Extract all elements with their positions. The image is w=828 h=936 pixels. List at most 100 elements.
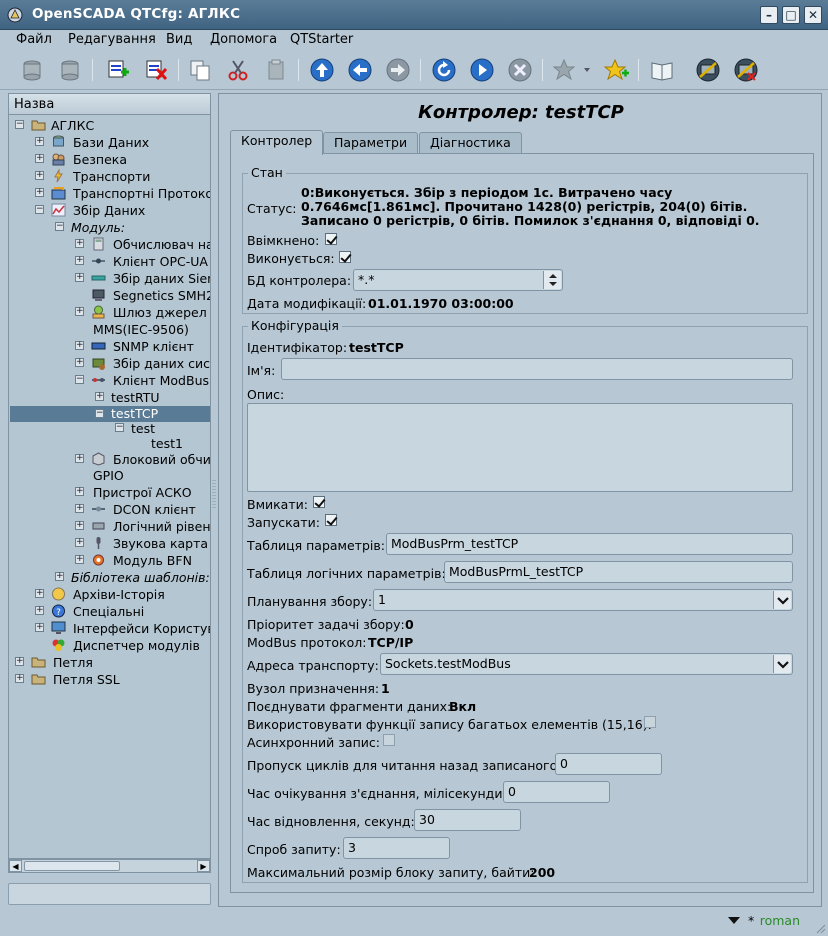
splitter-grip[interactable] xyxy=(212,480,216,510)
menu-help[interactable]: Допомога xyxy=(210,32,277,47)
menu-qtstarter[interactable]: QTStarter xyxy=(290,32,353,47)
tree-node[interactable]: Збір даних Sien xyxy=(113,271,210,287)
collapse-icon[interactable]: − xyxy=(35,205,44,214)
close-button[interactable]: ✕ xyxy=(804,6,822,24)
menu-view[interactable]: Вид xyxy=(166,32,192,47)
maximize-button[interactable]: □ xyxy=(782,6,800,24)
tree-node[interactable]: Пристрої АСКО xyxy=(93,485,192,501)
scrollbar-thumb[interactable] xyxy=(24,861,120,871)
tree-node[interactable]: Збір Даних xyxy=(73,203,145,219)
enabled-checkbox[interactable] xyxy=(325,233,337,245)
tree-node[interactable]: Segnetics SMH2 xyxy=(113,288,210,304)
expand-icon[interactable]: + xyxy=(35,171,44,180)
tool-stop-icon[interactable] xyxy=(732,57,760,83)
tree-node[interactable]: GPIO xyxy=(93,468,124,484)
back-icon[interactable] xyxy=(346,57,374,83)
tree-node[interactable]: Бази Даних xyxy=(73,135,149,151)
tree-node[interactable]: Обчислювач на xyxy=(113,237,210,253)
expand-icon[interactable]: + xyxy=(55,572,64,581)
db-select[interactable]: *.* xyxy=(353,269,563,291)
scroll-left-icon[interactable]: ◀ xyxy=(9,860,22,872)
descr-textarea[interactable] xyxy=(247,403,793,492)
menu-file[interactable]: Файл xyxy=(16,32,52,47)
expand-icon[interactable]: + xyxy=(95,392,104,401)
prm-table-input[interactable]: ModBusPrm_testTCP xyxy=(386,533,793,555)
paste-icon[interactable] xyxy=(262,57,290,83)
tree-node[interactable]: MMS(IEC-9506) xyxy=(93,322,189,338)
collapse-icon[interactable]: − xyxy=(55,222,64,231)
expand-icon[interactable]: + xyxy=(75,555,84,564)
tree-header[interactable]: Назва xyxy=(8,93,211,115)
cut-icon[interactable] xyxy=(224,57,252,83)
tree-group[interactable]: Бібліотека шаблонів: xyxy=(71,570,210,586)
favorite-icon[interactable] xyxy=(550,57,596,83)
expand-icon[interactable]: + xyxy=(75,307,84,316)
transport-combo[interactable]: Sockets.testModBus xyxy=(380,653,793,675)
restore-input[interactable]: 30 xyxy=(414,809,521,831)
menu-edit[interactable]: Редагування xyxy=(68,32,156,47)
running-checkbox[interactable] xyxy=(339,251,351,263)
expand-icon[interactable]: + xyxy=(75,521,84,530)
tree-node[interactable]: Логічний рівень xyxy=(113,519,210,535)
tree-node[interactable]: Збір даних сист xyxy=(113,356,210,372)
tree-node[interactable]: АГЛКС xyxy=(51,118,94,134)
tree-node[interactable]: Петля xyxy=(53,655,93,671)
multiwrite-checkbox[interactable] xyxy=(644,716,656,728)
add-item-icon[interactable] xyxy=(104,57,132,83)
tree-group[interactable]: Модуль: xyxy=(71,220,125,236)
collapse-icon[interactable]: − xyxy=(115,423,124,432)
tool-start-icon[interactable] xyxy=(694,57,722,83)
forward-icon[interactable] xyxy=(384,57,412,83)
expand-icon[interactable]: + xyxy=(75,358,84,367)
tree-node[interactable]: test xyxy=(131,421,155,437)
tree-horizontal-scrollbar[interactable]: ◀ ▶ xyxy=(8,859,211,873)
expand-icon[interactable]: + xyxy=(35,606,44,615)
expand-icon[interactable]: + xyxy=(75,487,84,496)
tree-node[interactable]: testRTU xyxy=(111,390,160,406)
tree-node[interactable]: Звукова карта xyxy=(113,536,208,552)
favorite-add-icon[interactable] xyxy=(602,57,630,83)
enable-checkbox[interactable] xyxy=(313,496,325,508)
tree-node-selected[interactable]: testTCP xyxy=(10,406,210,422)
tab-diagnostics[interactable]: Діагностика xyxy=(419,132,522,154)
dropdown-icon[interactable] xyxy=(727,916,741,926)
db-save-icon[interactable] xyxy=(56,57,84,83)
minimize-button[interactable]: – xyxy=(760,6,778,24)
delete-item-icon[interactable] xyxy=(142,57,170,83)
tab-parameters[interactable]: Параметри xyxy=(323,132,419,154)
db-load-icon[interactable] xyxy=(18,57,46,83)
prml-table-input[interactable]: ModBusPrmL_testTCP xyxy=(444,561,793,583)
tree-node[interactable]: Диспетчер модулів xyxy=(73,638,200,654)
tab-controller[interactable]: Контролер xyxy=(230,130,324,155)
tree-node[interactable]: DCON клієнт xyxy=(113,502,196,518)
attempts-input[interactable]: 3 xyxy=(343,837,450,859)
name-input[interactable] xyxy=(281,358,793,380)
expand-icon[interactable]: + xyxy=(75,273,84,282)
tree-node[interactable]: Клієнт ModBus xyxy=(113,373,209,389)
tree-node[interactable]: Транспортні Протоко... xyxy=(73,186,210,202)
tree-node[interactable]: Модуль BFN xyxy=(113,553,192,569)
expand-icon[interactable]: + xyxy=(75,239,84,248)
expand-icon[interactable]: + xyxy=(15,674,24,683)
start-checkbox[interactable] xyxy=(325,514,337,526)
expand-icon[interactable]: + xyxy=(35,623,44,632)
expand-icon[interactable]: + xyxy=(35,154,44,163)
refresh-icon[interactable] xyxy=(430,57,458,83)
chevron-down-icon[interactable] xyxy=(773,655,791,673)
collapse-icon[interactable]: − xyxy=(15,120,24,129)
resize-grip-icon[interactable] xyxy=(814,922,826,934)
expand-icon[interactable]: + xyxy=(75,256,84,265)
tree-node[interactable]: Петля SSL xyxy=(53,672,120,688)
skip-input[interactable]: 0 xyxy=(555,753,662,775)
copy-icon[interactable] xyxy=(186,57,214,83)
tree-node[interactable]: Архіви-Історія xyxy=(73,587,165,603)
collapse-icon[interactable]: − xyxy=(75,375,84,384)
tree-node[interactable]: SNMP клієнт xyxy=(113,339,194,355)
expand-icon[interactable]: + xyxy=(35,589,44,598)
tree-node[interactable]: Спеціальні xyxy=(73,604,144,620)
expand-icon[interactable]: + xyxy=(75,454,84,463)
expand-icon[interactable]: + xyxy=(35,188,44,197)
timeout-input[interactable]: 0 xyxy=(503,781,610,803)
tree-node[interactable]: Клієнт OPC-UA xyxy=(113,254,208,270)
stop-icon[interactable] xyxy=(506,57,534,83)
